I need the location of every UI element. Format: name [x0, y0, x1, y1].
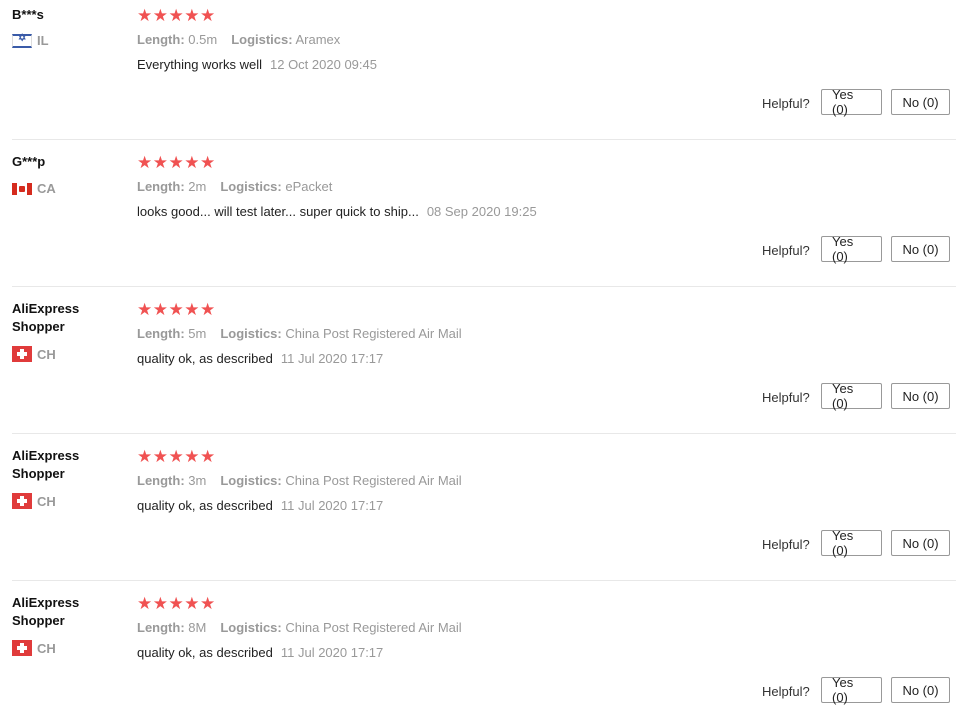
divider: [12, 433, 956, 434]
star-rating: ★★★★★: [137, 594, 216, 613]
review-item: AliExpress Shopper CH ★★★★★ Length: 5m Lo…: [0, 294, 959, 441]
helpful-label: Helpful?: [762, 390, 810, 405]
reviewer-name: B***s: [12, 7, 44, 22]
helpful-yes-button[interactable]: Yes (0): [821, 234, 882, 264]
logistics-label: Logistics:: [220, 620, 282, 635]
review-comment: Everything works well 12 Oct 2020 09:45: [137, 57, 377, 72]
review-date: 11 Jul 2020 17:17: [280, 645, 384, 660]
length-value: 3m: [188, 473, 207, 488]
review-item: AliExpress Shopper CH ★★★★★ Length: 8M Lo…: [0, 588, 959, 718]
length-value: 2m: [188, 179, 207, 194]
review-comment: quality ok, as described 11 Jul 2020 17:1…: [137, 645, 383, 660]
review-item: B***s IL ★★★★★ Length: 0.5m Logistics: Ar…: [0, 0, 959, 147]
divider: [12, 286, 956, 287]
divider: [12, 139, 956, 140]
helpful-label: Helpful?: [762, 537, 810, 552]
helpful-yes-button[interactable]: Yes (0): [821, 381, 882, 411]
canada-flag-icon: [12, 182, 32, 195]
switzerland-flag-icon: [12, 640, 32, 656]
comment-text: quality ok, as described: [137, 645, 273, 660]
helpful-no-button[interactable]: No (0): [891, 89, 950, 115]
length-label: Length:: [137, 326, 185, 341]
review-meta: Length: 3m Logistics: China Post Register…: [137, 473, 462, 488]
helpful-no-button[interactable]: No (0): [891, 236, 950, 262]
review-comment: quality ok, as described 11 Jul 2020 17:1…: [137, 351, 383, 366]
review-date: 08 Sep 2020 19:25: [426, 204, 537, 219]
logistics-value: China Post Registered Air Mail: [285, 473, 462, 488]
helpful-yes-button[interactable]: Yes (0): [821, 675, 882, 705]
switzerland-flag-icon: [12, 493, 32, 509]
review-meta: Length: 0.5m Logistics: Aramex: [137, 32, 340, 47]
review-comment: looks good... will test later... super q…: [137, 204, 537, 219]
logistics-label: Logistics:: [220, 473, 282, 488]
helpful-label: Helpful?: [762, 684, 810, 699]
length-label: Length:: [137, 179, 185, 194]
reviewer-name: AliExpress Shopper: [12, 595, 80, 628]
reviewer-name: G***p: [12, 154, 46, 169]
star-rating: ★★★★★: [137, 447, 216, 466]
length-value: 8M: [188, 620, 207, 635]
logistics-label: Logistics:: [220, 326, 282, 341]
reviewer-name: AliExpress Shopper: [12, 448, 80, 481]
helpful-no-button[interactable]: No (0): [891, 677, 950, 703]
logistics-label: Logistics:: [220, 179, 282, 194]
length-value: 0.5m: [188, 32, 218, 47]
review-item: G***p CA ★★★★★ Length: 2m Logistics: ePac…: [0, 147, 959, 294]
helpful-no-button[interactable]: No (0): [891, 530, 950, 556]
comment-text: looks good... will test later... super q…: [137, 204, 419, 219]
reviewer-country: CH: [12, 346, 56, 362]
star-rating: ★★★★★: [137, 153, 216, 172]
country-code: CH: [37, 346, 56, 362]
reviewer-name: AliExpress Shopper: [12, 301, 80, 334]
israel-flag-icon: [12, 33, 32, 48]
comment-text: Everything works well: [137, 57, 262, 72]
reviewer-country: CH: [12, 640, 56, 656]
comment-text: quality ok, as described: [137, 351, 273, 366]
length-label: Length:: [137, 620, 185, 635]
review-item: AliExpress Shopper CH ★★★★★ Length: 3m Lo…: [0, 441, 959, 588]
helpful-yes-button[interactable]: Yes (0): [821, 87, 882, 117]
logistics-value: ePacket: [285, 179, 333, 194]
country-code: CH: [37, 640, 56, 656]
country-code: CA: [37, 181, 56, 196]
reviewer-country: CH: [12, 493, 56, 509]
divider: [12, 580, 956, 581]
review-date: 12 Oct 2020 09:45: [270, 57, 377, 72]
logistics-value: China Post Registered Air Mail: [285, 620, 462, 635]
review-comment: quality ok, as described 11 Jul 2020 17:1…: [137, 498, 383, 513]
length-label: Length:: [137, 473, 185, 488]
length-label: Length:: [137, 32, 185, 47]
comment-text: quality ok, as described: [137, 498, 273, 513]
star-rating: ★★★★★: [137, 6, 216, 25]
country-code: CH: [37, 493, 56, 509]
logistics-value: China Post Registered Air Mail: [285, 326, 462, 341]
logistics-label: Logistics:: [231, 32, 293, 47]
switzerland-flag-icon: [12, 346, 32, 362]
country-code: IL: [37, 33, 49, 48]
logistics-value: Aramex: [295, 32, 341, 47]
review-meta: Length: 2m Logistics: ePacket: [137, 179, 332, 194]
review-date: 11 Jul 2020 17:17: [280, 351, 384, 366]
length-value: 5m: [188, 326, 207, 341]
helpful-label: Helpful?: [762, 243, 810, 258]
review-meta: Length: 8M Logistics: China Post Register…: [137, 620, 462, 635]
helpful-yes-button[interactable]: Yes (0): [821, 528, 882, 558]
review-date: 11 Jul 2020 17:17: [280, 498, 384, 513]
helpful-no-button[interactable]: No (0): [891, 383, 950, 409]
reviewer-country: CA: [12, 181, 56, 196]
helpful-label: Helpful?: [762, 96, 810, 111]
reviewer-country: IL: [12, 33, 49, 48]
star-rating: ★★★★★: [137, 300, 216, 319]
review-meta: Length: 5m Logistics: China Post Register…: [137, 326, 462, 341]
